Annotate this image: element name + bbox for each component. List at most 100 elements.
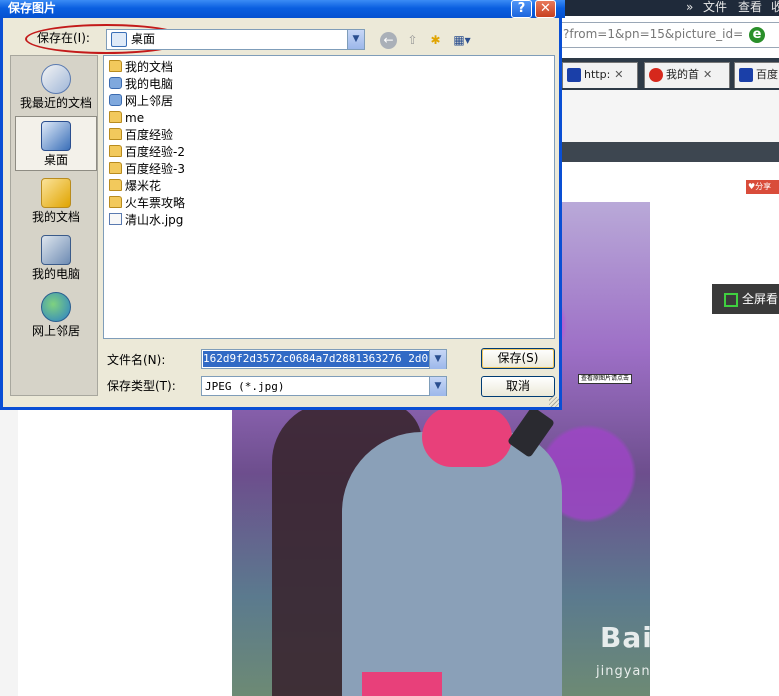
browser-tab-1[interactable]: http: ✕ xyxy=(562,62,638,88)
address-bar[interactable]: ?from=1&pn=15&picture_id= e xyxy=(560,22,779,48)
desktop-icon xyxy=(41,121,71,151)
file-name: 我的电脑 xyxy=(125,77,174,91)
tab-label: 我的首 xyxy=(666,68,699,81)
folder-icon xyxy=(109,145,122,157)
place-recent[interactable]: 我最近的文档 xyxy=(15,60,97,115)
place-label: 我的文档 xyxy=(31,210,80,224)
weibo-icon xyxy=(649,68,663,82)
file-name: 百度经验 xyxy=(125,128,174,142)
filetype-select[interactable]: JPEG (*.jpg) ▼ xyxy=(201,376,447,396)
browser-toolbar xyxy=(560,90,779,142)
list-item[interactable]: 火车票攻略 xyxy=(109,195,185,211)
file-name: me xyxy=(125,111,145,125)
menu-file[interactable]: 文件 xyxy=(703,0,727,14)
view-original-label[interactable]: 查看原图片请点击 xyxy=(578,374,633,384)
save-image-dialog: 保存图片 ? ✕ 保存在(I): 桌面 ▼ ← ⇧ ✱ ▦▾ 我最近的文档 桌面… xyxy=(0,0,565,410)
share-button[interactable]: ♥分享 xyxy=(746,180,779,194)
file-name: 清山水.jpg xyxy=(125,213,184,227)
place-desktop[interactable]: 桌面 xyxy=(15,116,97,171)
network-places-icon xyxy=(41,292,71,322)
paw-icon xyxy=(567,68,581,82)
new-folder-icon[interactable]: ✱ xyxy=(427,32,444,49)
browser-tab-2[interactable]: 我的首 ✕ xyxy=(644,62,730,88)
place-label: 网上邻居 xyxy=(31,324,80,338)
dialog-titlebar[interactable]: 保存图片 ? ✕ xyxy=(0,0,565,18)
paw-icon xyxy=(739,68,753,82)
list-item[interactable]: 爆米花 xyxy=(109,178,161,194)
list-item[interactable]: 百度经验-2 xyxy=(109,144,185,160)
help-button[interactable]: ? xyxy=(511,0,532,18)
up-folder-icon[interactable]: ⇧ xyxy=(404,32,421,49)
filename-label: 文件名(N): xyxy=(107,353,166,367)
file-name: 网上邻居 xyxy=(125,94,174,108)
folder-icon xyxy=(109,179,122,191)
fullscreen-label: 全屏看 xyxy=(742,292,779,306)
fullscreen-button[interactable]: 全屏看 xyxy=(712,284,779,314)
folder-icon xyxy=(109,162,122,174)
place-my-computer[interactable]: 我的电脑 xyxy=(15,231,97,286)
resize-grip[interactable] xyxy=(549,397,559,407)
back-icon[interactable]: ← xyxy=(380,32,397,49)
filename-value: 162d9f2d3572c0684a7d2881363276 2d0c35e xyxy=(203,351,429,367)
desktop-icon xyxy=(111,32,127,47)
folder-icon xyxy=(109,60,122,72)
network-icon xyxy=(109,94,122,106)
folder-icon xyxy=(109,196,122,208)
my-documents-icon xyxy=(41,178,71,208)
ie-icon: e xyxy=(749,27,765,43)
baidu-watermark: Baidu经验 xyxy=(600,621,753,654)
save-button[interactable]: 保存(S) xyxy=(481,348,555,369)
list-item[interactable]: 百度经验-3 xyxy=(109,161,185,177)
close-button[interactable]: ✕ xyxy=(535,0,556,18)
place-label: 我最近的文档 xyxy=(19,96,92,110)
place-label: 我的电脑 xyxy=(31,267,80,281)
save-in-value: 桌面 xyxy=(131,32,156,46)
fullscreen-icon xyxy=(724,292,738,307)
photo-scarf xyxy=(422,407,512,467)
close-icon[interactable]: ✕ xyxy=(703,63,712,87)
file-name: 爆米花 xyxy=(125,179,162,193)
browser-tabstrip: http: ✕ 我的首 ✕ 百度 xyxy=(560,58,779,90)
filetype-value: JPEG (*.jpg) xyxy=(205,380,285,393)
file-name: 火车票攻略 xyxy=(125,196,186,210)
dialog-title: 保存图片 xyxy=(8,1,57,15)
cancel-button[interactable]: 取消 xyxy=(481,376,555,397)
place-label: 桌面 xyxy=(43,153,68,167)
chevron-down-icon[interactable]: ▼ xyxy=(429,350,446,369)
file-name: 百度经验-3 xyxy=(125,162,185,176)
file-list[interactable]: 我的文档 我的电脑 网上邻居 me 百度经验 百度经验-2 百度经验-3 爆米花… xyxy=(103,55,555,339)
views-menu-icon[interactable]: ▦▾ xyxy=(451,32,473,49)
close-icon[interactable]: ✕ xyxy=(614,63,623,87)
place-my-documents[interactable]: 我的文档 xyxy=(15,174,97,229)
photo-skirt xyxy=(362,672,442,696)
menu-view[interactable]: 查看 xyxy=(738,0,762,14)
photo-jacket xyxy=(342,432,562,696)
browser-darkbar xyxy=(560,142,779,162)
image-file-icon xyxy=(109,213,122,225)
list-item[interactable]: me xyxy=(109,110,144,126)
tab-label: 百度 xyxy=(756,68,778,81)
places-bar: 我最近的文档 桌面 我的文档 我的电脑 网上邻居 xyxy=(10,55,98,396)
page-left-gutter xyxy=(0,410,18,696)
browser-tab-3[interactable]: 百度 xyxy=(734,62,779,88)
list-item[interactable]: 网上邻居 xyxy=(109,93,173,109)
save-in-select[interactable]: 桌面 ▼ xyxy=(106,29,365,50)
recent-documents-icon xyxy=(41,64,71,94)
chevron-down-icon[interactable]: ▼ xyxy=(429,377,446,396)
folder-icon xyxy=(109,128,122,140)
folder-icon xyxy=(109,111,122,123)
list-item[interactable]: 我的电脑 xyxy=(109,76,173,92)
address-text: ?from=1&pn=15&picture_id= xyxy=(563,27,744,41)
tab-label: http: xyxy=(584,68,611,81)
computer-icon xyxy=(109,77,122,89)
menu-chevron[interactable]: » xyxy=(686,0,693,14)
menu-favorites[interactable]: 收 xyxy=(771,0,779,14)
list-item[interactable]: 我的文档 xyxy=(109,59,173,75)
file-name: 百度经验-2 xyxy=(125,145,185,159)
chevron-down-icon[interactable]: ▼ xyxy=(347,30,364,49)
my-computer-icon xyxy=(41,235,71,265)
place-network[interactable]: 网上邻居 xyxy=(15,288,97,343)
list-item[interactable]: 清山水.jpg xyxy=(109,212,183,228)
list-item[interactable]: 百度经验 xyxy=(109,127,173,143)
filename-input[interactable]: 162d9f2d3572c0684a7d2881363276 2d0c35e ▼ xyxy=(201,349,447,369)
